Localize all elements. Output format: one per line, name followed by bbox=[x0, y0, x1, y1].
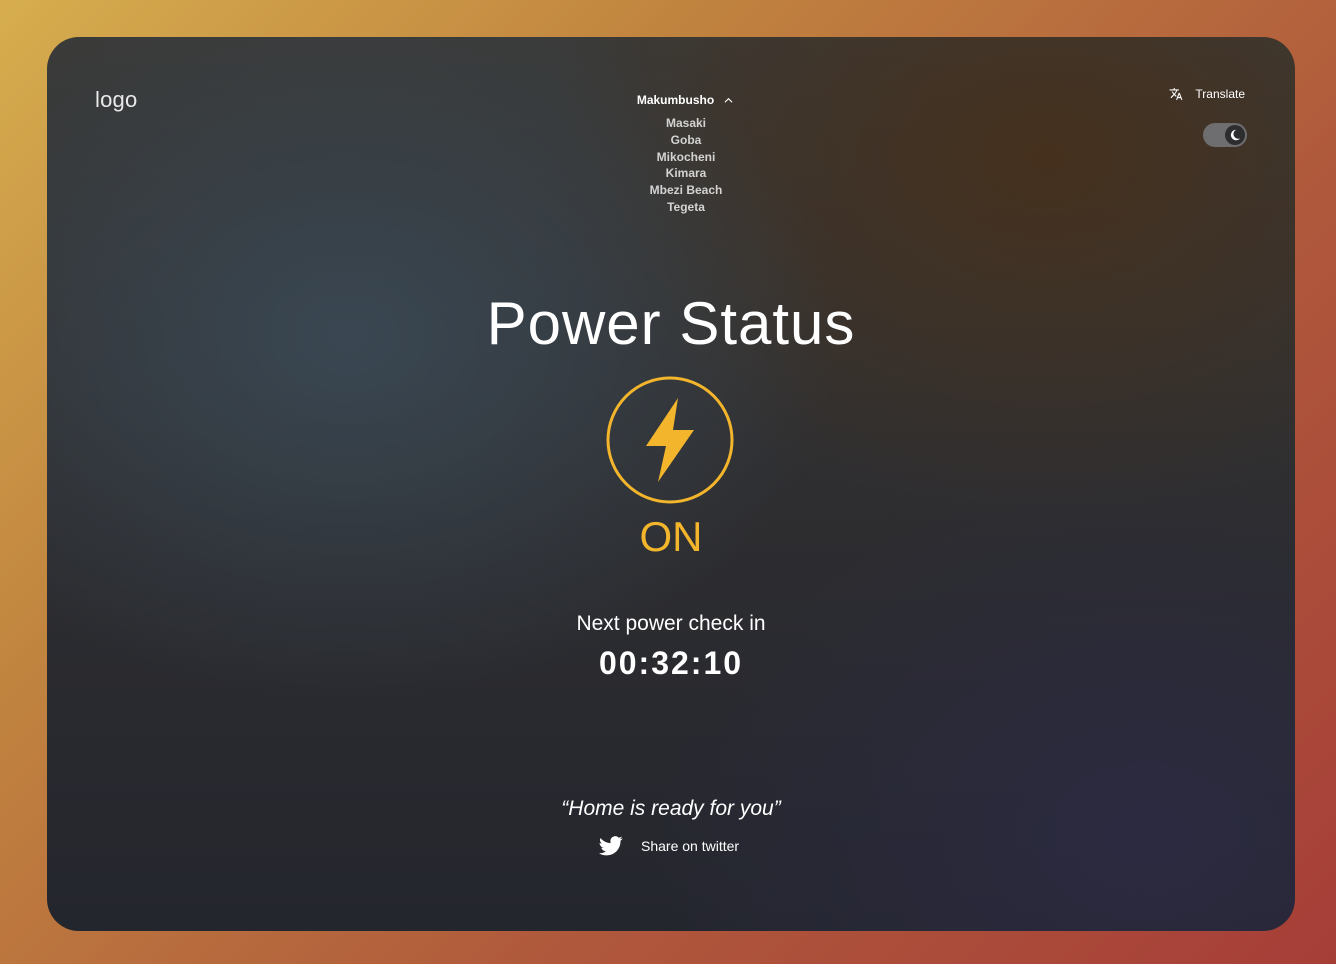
location-option-goba[interactable]: Goba bbox=[617, 132, 755, 149]
moon-icon bbox=[1230, 129, 1241, 141]
chevron-up-icon bbox=[724, 97, 733, 103]
location-option-kimara[interactable]: Kimara bbox=[617, 165, 755, 182]
power-status-text: ON bbox=[639, 513, 703, 560]
location-option-mbezi-beach[interactable]: Mbezi Beach bbox=[617, 182, 755, 199]
share-twitter-button[interactable]: Share on twitter bbox=[599, 836, 739, 856]
logo[interactable]: logo bbox=[95, 87, 137, 113]
lightning-bolt-icon bbox=[606, 376, 734, 504]
location-option-mikocheni[interactable]: Mikocheni bbox=[617, 149, 755, 166]
location-option-tegeta[interactable]: Tegeta bbox=[617, 199, 755, 216]
countdown-timer: 00:32:10 bbox=[598, 645, 744, 681]
dark-mode-toggle[interactable] bbox=[1203, 123, 1247, 147]
share-label: Share on twitter bbox=[641, 838, 740, 854]
quote-text: “Home is ready for you” bbox=[561, 797, 781, 820]
location-option-masaki[interactable]: Masaki bbox=[617, 115, 755, 132]
translate-label: Translate bbox=[1195, 87, 1245, 101]
translate-button[interactable]: Translate bbox=[1169, 87, 1245, 101]
toggle-knob bbox=[1225, 125, 1245, 145]
location-options: Masaki Goba Mikocheni Kimara Mbezi Beach… bbox=[607, 115, 755, 216]
twitter-icon bbox=[599, 836, 623, 856]
next-check-label: Next power check in bbox=[576, 612, 766, 635]
selected-location: Makumbusho bbox=[636, 93, 715, 107]
location-dropdown: Makumbusho Masaki Goba Mikocheni Kimara … bbox=[607, 93, 755, 216]
page-title: Power Status bbox=[486, 290, 856, 357]
location-dropdown-toggle[interactable]: Makumbusho bbox=[615, 93, 755, 107]
translate-icon bbox=[1170, 88, 1183, 100]
main-card: logo Makumbusho Masaki Goba Mikocheni Ki… bbox=[47, 37, 1295, 931]
power-status-indicator bbox=[606, 376, 734, 504]
